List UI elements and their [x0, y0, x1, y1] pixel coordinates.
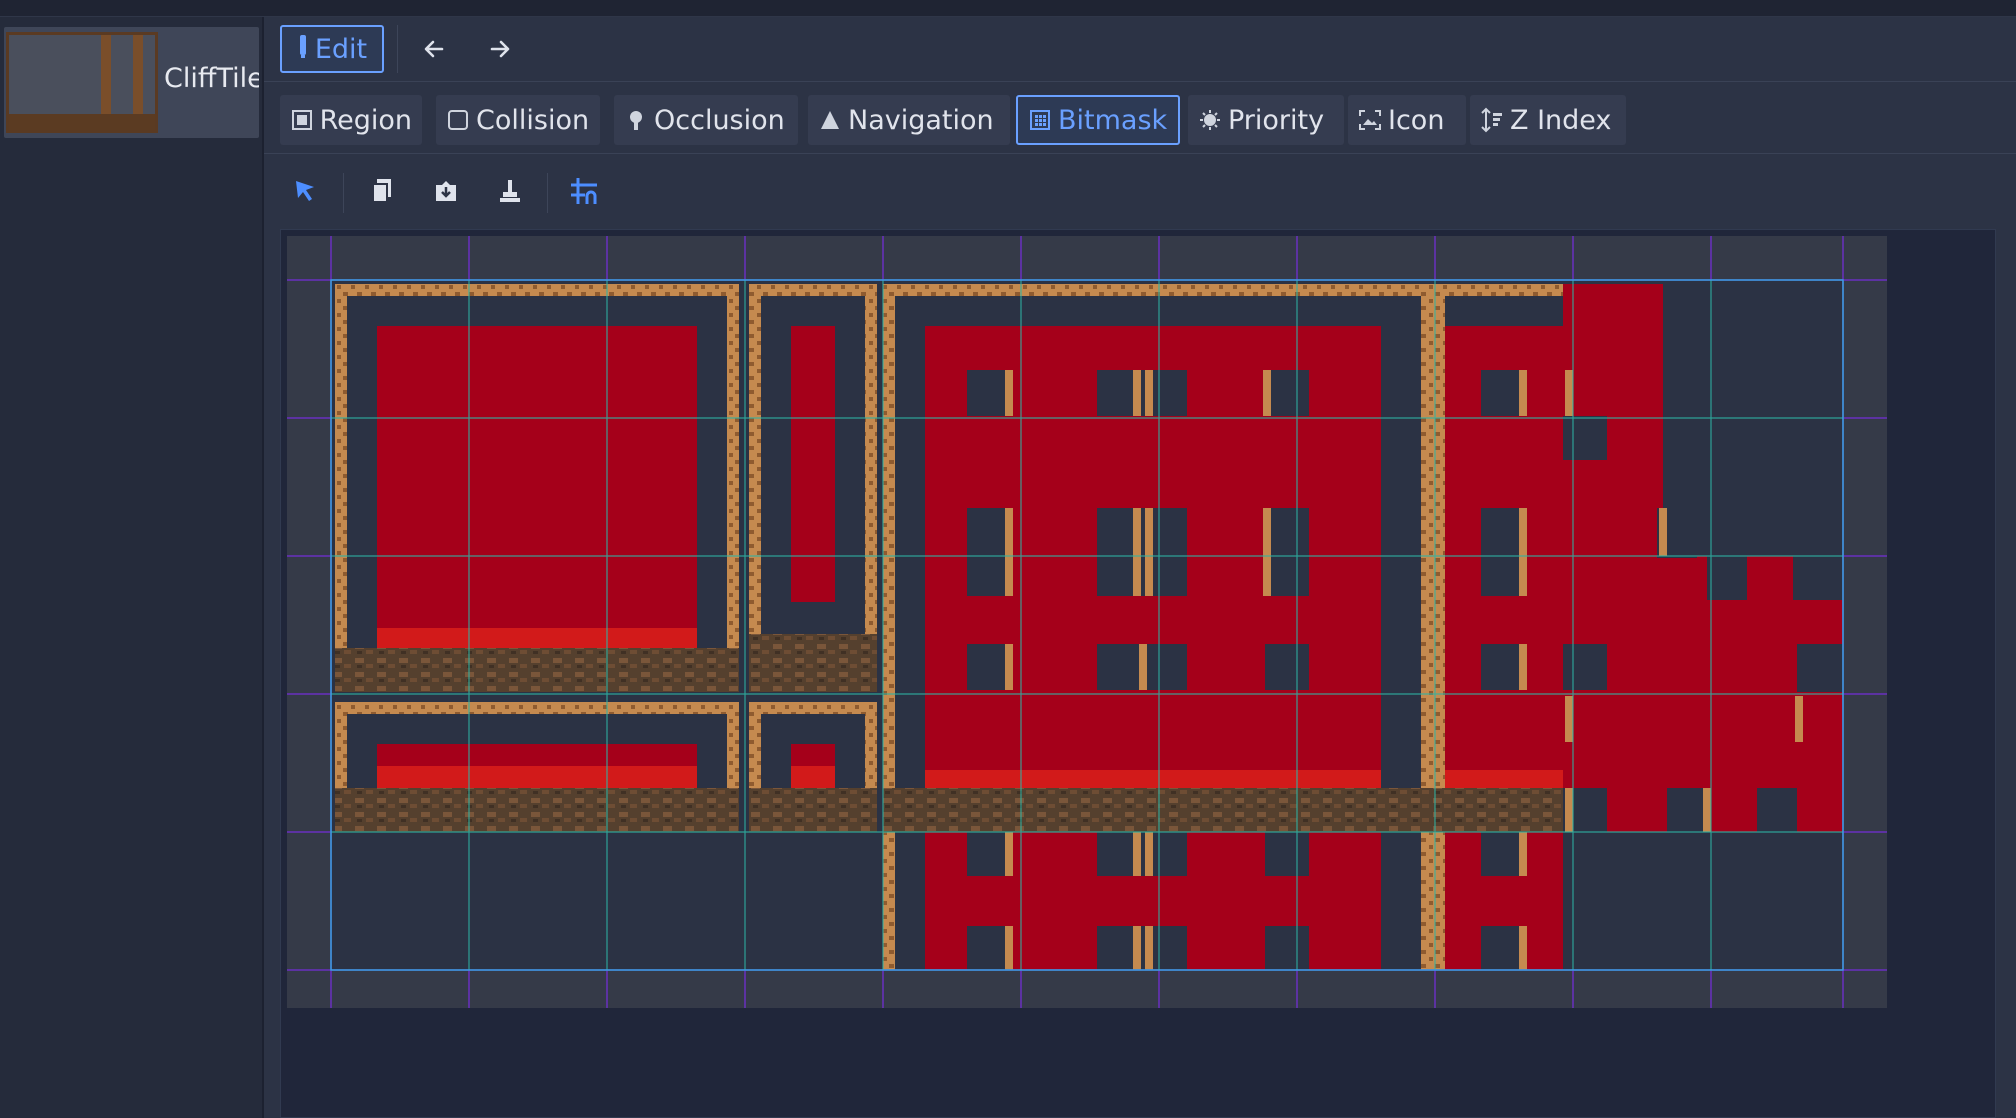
- arrow-right-icon[interactable]: [478, 27, 522, 71]
- tab-navigation[interactable]: Navigation: [808, 95, 1010, 145]
- arrow-left-icon[interactable]: [412, 27, 456, 71]
- occlusion-icon: [624, 108, 648, 132]
- tile-editor-viewport[interactable]: [280, 229, 1996, 1118]
- bitmask-icon: [1028, 108, 1052, 132]
- collision-icon: [446, 108, 470, 132]
- tileset-canvas[interactable]: [287, 236, 1887, 1008]
- tab-collision[interactable]: Collision: [436, 95, 600, 145]
- tab-icon[interactable]: Icon: [1348, 95, 1466, 145]
- tile-list-item[interactable]: CliffTile: [4, 27, 259, 138]
- mode-tabs: Region Collision Occlusion Navigation Bi…: [264, 89, 2016, 154]
- select-cursor-icon[interactable]: [286, 171, 326, 211]
- tileset-texture: [287, 236, 1887, 1008]
- tab-priority[interactable]: Priority: [1188, 95, 1344, 145]
- tileset-sidebar: CliffTile: [0, 17, 264, 1118]
- tile-thumbnail: [6, 32, 158, 133]
- tileset-editor: Edit Region Collision Occlusion Navigati…: [264, 17, 2016, 1118]
- copy-icon[interactable]: [362, 171, 402, 211]
- erase-icon[interactable]: [490, 171, 530, 211]
- pencil-icon: [297, 33, 309, 66]
- navigation-icon: [818, 108, 842, 132]
- edit-button[interactable]: Edit: [280, 25, 384, 73]
- toolbar-separator: [547, 173, 548, 213]
- tab-z-index[interactable]: Z Index: [1470, 95, 1626, 145]
- tool-row: [264, 157, 2016, 223]
- z-index-icon: [1480, 107, 1504, 133]
- region-icon: [290, 108, 314, 132]
- paste-icon[interactable]: [426, 171, 466, 211]
- editor-toolbar: Edit: [264, 17, 2016, 82]
- snap-grid-icon[interactable]: [564, 171, 604, 211]
- tile-name-label: CliffTile: [164, 63, 259, 94]
- icon-icon: [1358, 108, 1382, 132]
- top-bar: [0, 0, 2016, 17]
- edit-label: Edit: [314, 33, 368, 65]
- tab-bitmask[interactable]: Bitmask: [1016, 95, 1180, 145]
- tab-region[interactable]: Region: [280, 95, 422, 145]
- tab-occlusion[interactable]: Occlusion: [614, 95, 798, 145]
- priority-icon: [1198, 108, 1222, 132]
- toolbar-separator: [397, 25, 398, 73]
- toolbar-separator: [343, 173, 344, 213]
